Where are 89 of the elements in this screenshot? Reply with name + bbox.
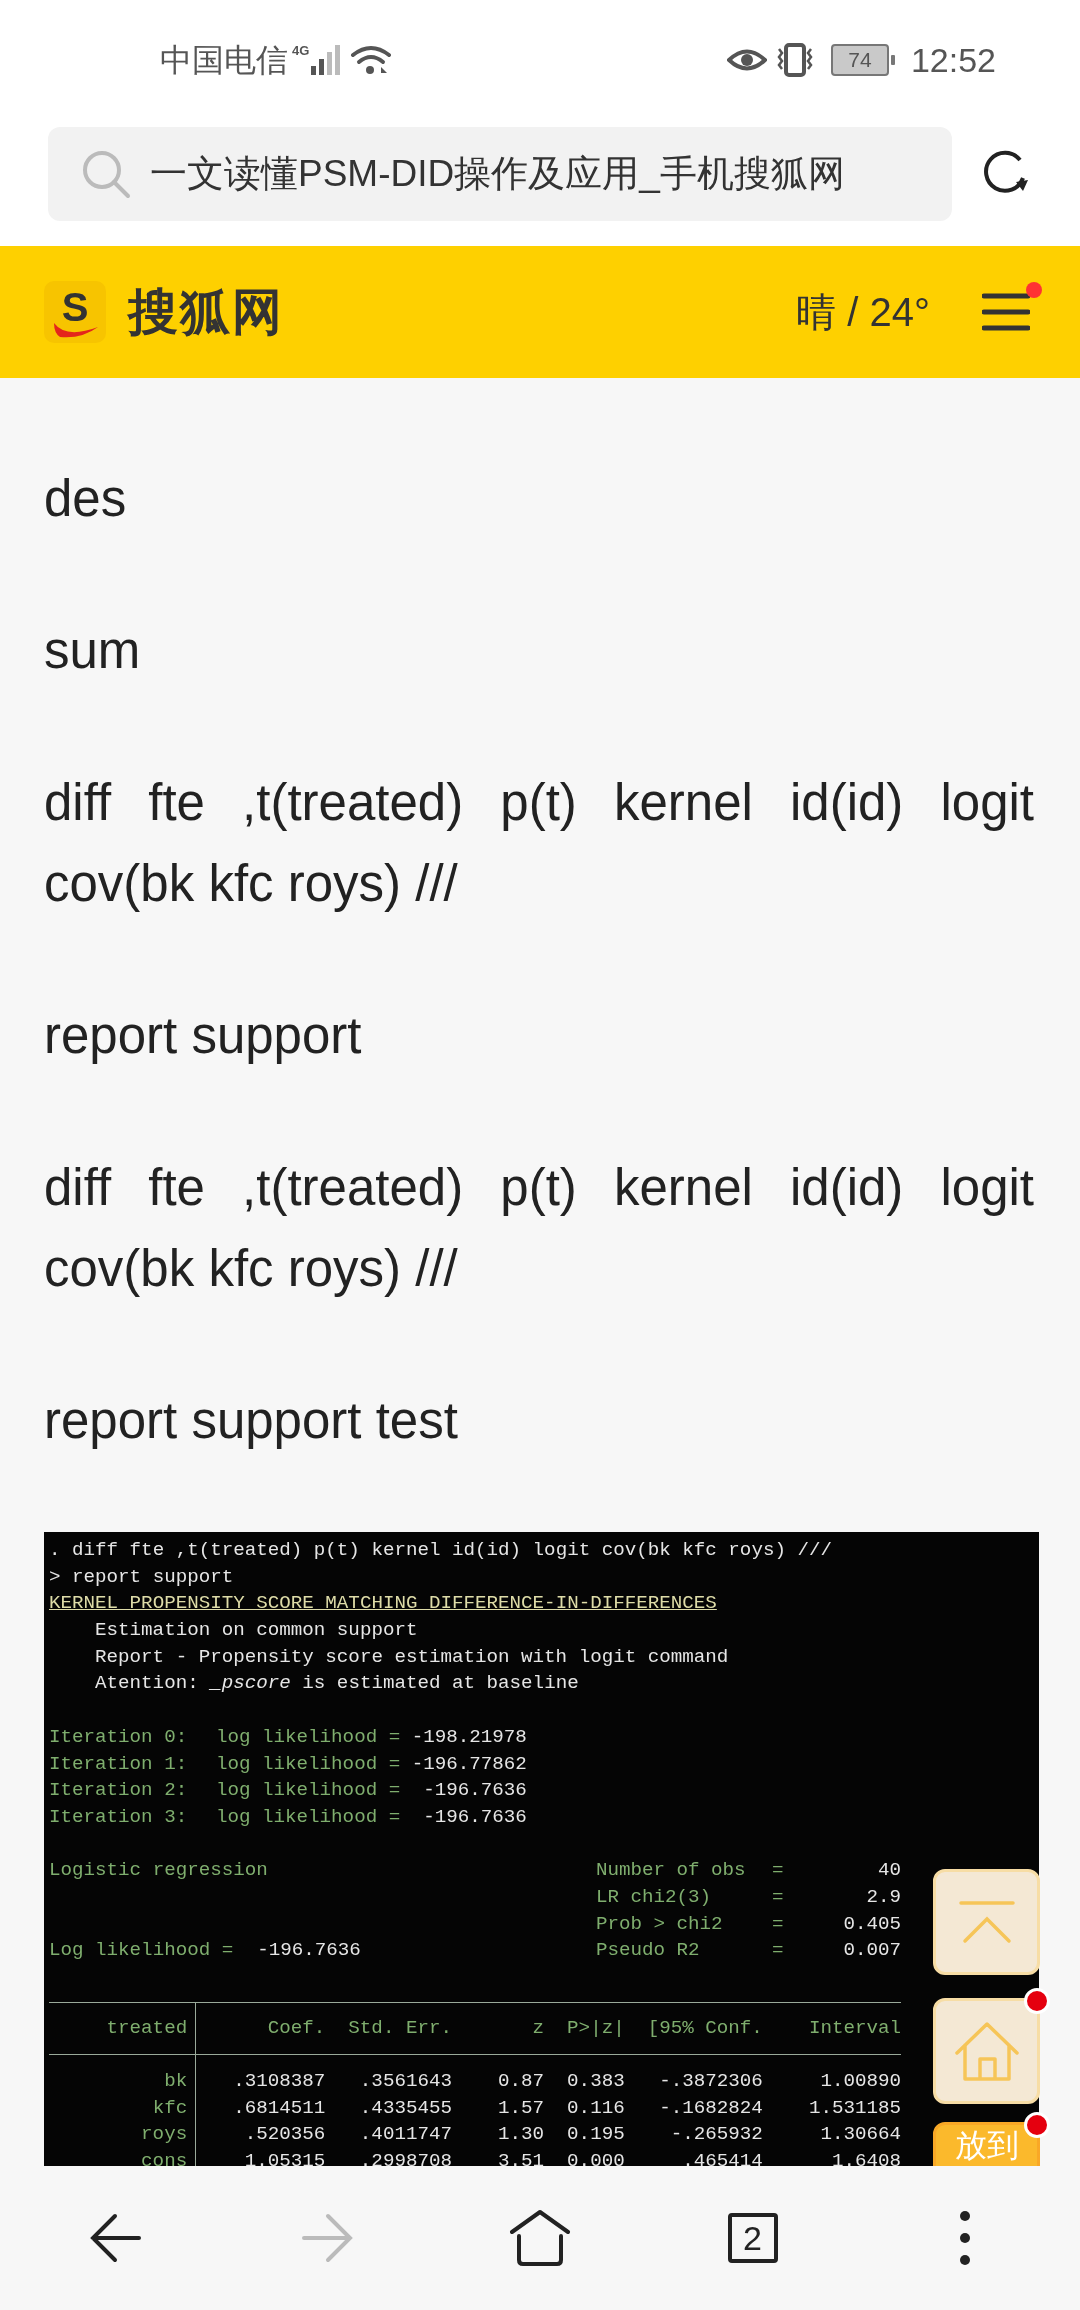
iteration-text: log likelihood = xyxy=(215,1751,401,1777)
paragraph: sum xyxy=(44,621,142,681)
iteration-label: Iteration 1: xyxy=(49,1751,189,1777)
column-header: treated xyxy=(105,2016,188,2041)
table-cell-text: 0.116 xyxy=(566,2095,625,2121)
output-line: > report support xyxy=(49,1565,234,1588)
output-line: Atention: _pscore is estimated at baseline xyxy=(94,1672,579,1695)
output-line: . diff fte ,t(treated) p(t) kernel id(id) logit cov(bk kfc roys) /// xyxy=(49,1539,832,1561)
table-cell-text: .4335455 xyxy=(358,2095,452,2121)
equals-sign: = xyxy=(772,1858,784,1884)
column-header: Coef. xyxy=(266,2016,326,2041)
stat-value: 0.405 xyxy=(842,1911,901,1937)
carrier-name: 中国电信 xyxy=(160,41,288,80)
output-line: Estimation on common support xyxy=(94,1619,418,1642)
stat-label: LR chi2(3) xyxy=(595,1884,713,1910)
table-cell-text: .3561643 xyxy=(358,2069,452,2094)
row-name: kfc xyxy=(151,2095,188,2121)
model-name: Logistic regression xyxy=(49,1859,268,1882)
table-cell-text: .520356 xyxy=(243,2122,326,2148)
house-icon xyxy=(509,2210,571,2266)
row-name: cons xyxy=(140,2149,188,2166)
stat-value: 40 xyxy=(877,1858,901,1884)
stat-label: Number of obs xyxy=(595,1858,747,1884)
table-cell-text: 3.51 xyxy=(497,2149,545,2166)
row-name: bk xyxy=(163,2069,188,2094)
row-name: roys xyxy=(140,2122,188,2148)
site-logo[interactable]: S xyxy=(44,281,106,343)
table-cell-text: 1.57 xyxy=(497,2095,545,2121)
table-cell-text: 1.05315 xyxy=(243,2149,326,2166)
equals-sign: = xyxy=(772,1884,784,1910)
iteration-text: log likelihood = xyxy=(215,1778,401,1804)
table-cell-text: 0.195 xyxy=(566,2122,625,2148)
iteration-text: log likelihood = xyxy=(215,1724,401,1750)
column-header: z xyxy=(531,2016,545,2041)
column-header: P>|z| xyxy=(566,2016,625,2041)
iteration-label: Iteration 3: xyxy=(49,1804,189,1830)
table-cell-text: 0.000 xyxy=(566,2149,625,2166)
output-line: KERNEL PROPENSITY SCORE MATCHING DIFFERENCE-IN-DIFFERENCES xyxy=(49,1592,717,1615)
paragraph: des xyxy=(44,469,128,529)
site-name: 搜狐网 xyxy=(128,282,284,342)
column-header: [95% Conf. xyxy=(646,2016,763,2041)
table-cell-text: 1.6408 xyxy=(830,2149,902,2166)
wifi-icon xyxy=(349,43,394,77)
iteration-label: Iteration 0: xyxy=(49,1724,189,1750)
loglik-label: Log likelihood = xyxy=(49,1939,234,1962)
iteration-value: -198.21978 xyxy=(410,1724,527,1750)
table-cell-text: 1.00890 xyxy=(819,2069,902,2094)
table-cell-text: .4011747 xyxy=(358,2122,452,2148)
table-cell-text: -.1682824 xyxy=(658,2095,763,2121)
network-type: 4G xyxy=(292,44,310,57)
table-cell-text: .6814511 xyxy=(232,2095,326,2121)
equals-sign: = xyxy=(772,1911,784,1937)
stat-label: Pseudo R2 xyxy=(595,1938,701,1964)
paragraph: diff fte ,t(treated) p(t) kernel id(id) logit cov(bk kfc roys) /// xyxy=(44,773,1034,914)
column-header: Std. Err. xyxy=(347,2016,452,2041)
table-cell-text: -.265932 xyxy=(669,2122,763,2148)
paragraph: report support xyxy=(44,1006,363,1066)
house-icon xyxy=(953,2021,1020,2081)
stat-label: Prob > chi2 xyxy=(595,1911,724,1937)
address-bar[interactable]: 一文读懂PSM-DID操作及应用_手机搜狐网 xyxy=(48,127,952,221)
battery-indicator: 74 xyxy=(830,44,895,76)
chevron-up-icon xyxy=(956,1899,1017,1945)
iteration-value: -196.7636 xyxy=(422,1778,527,1804)
weather-text: 晴 / 24° xyxy=(796,289,930,336)
table-cell-text: .3108387 xyxy=(232,2069,326,2094)
paragraph: report support test xyxy=(44,1391,459,1451)
iteration-value: -196.7636 xyxy=(422,1804,527,1830)
iteration-label: Iteration 2: xyxy=(49,1778,189,1804)
stat-value: 2.9 xyxy=(865,1884,901,1910)
signal-icon xyxy=(309,44,342,76)
loglik-value: -196.7636 xyxy=(257,1939,361,1962)
table-cell-text: 1.30 xyxy=(497,2122,545,2148)
stat-value: 0.007 xyxy=(842,1938,901,1964)
more-icon xyxy=(957,2210,973,2266)
table-cell-text: 1.30664 xyxy=(819,2122,902,2148)
output-line: Report - Propensity score estimation with logit command xyxy=(94,1645,729,1668)
column-header: Interval xyxy=(807,2016,902,2041)
tabs-button[interactable]: 2 xyxy=(677,2188,828,2288)
table-cell-text: .2998708 xyxy=(358,2149,452,2166)
paragraph: diff fte ,t(treated) p(t) kernel id(id) logit cov(bk kfc roys) /// xyxy=(44,1158,1034,1299)
table-cell-text: 0.87 xyxy=(497,2069,545,2094)
iteration-text: log likelihood = xyxy=(215,1804,401,1830)
table-cell-text: 0.383 xyxy=(566,2069,625,2094)
iteration-value: -196.77862 xyxy=(410,1751,527,1777)
clock: 12:52 xyxy=(910,39,996,81)
equals-sign: = xyxy=(772,1938,784,1964)
table-cell-text: -.3872306 xyxy=(658,2069,763,2094)
table-cell-text: 1.531185 xyxy=(807,2095,902,2121)
table-cell-text: .465414 xyxy=(681,2149,763,2166)
